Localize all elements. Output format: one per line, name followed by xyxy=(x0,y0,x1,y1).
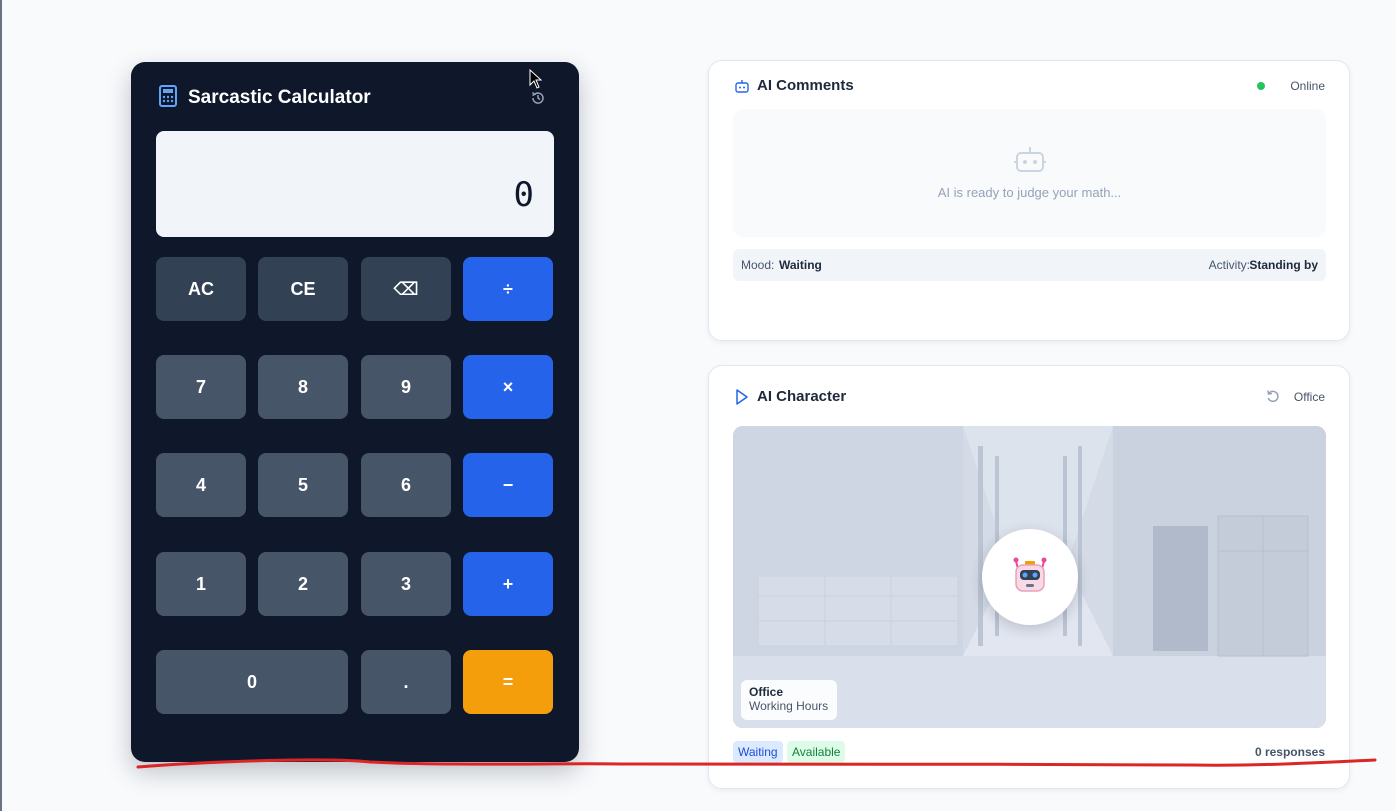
add-button[interactable]: + xyxy=(463,552,553,616)
backspace-button[interactable]: ⌫ xyxy=(361,257,451,321)
decimal-button[interactable]: . xyxy=(361,650,451,714)
digit-0-button[interactable]: 0 xyxy=(156,650,348,714)
play-icon xyxy=(735,389,749,410)
availability-badge: Available xyxy=(787,741,846,763)
ai-comments-card: AI Comments Online AI is ready to judge … xyxy=(708,60,1350,341)
calculator-display: 0 xyxy=(156,131,554,237)
digit-4-button[interactable]: 4 xyxy=(156,453,246,517)
digit-6-button[interactable]: 6 xyxy=(361,453,451,517)
digit-3-button[interactable]: 3 xyxy=(361,552,451,616)
bot-icon xyxy=(734,78,750,99)
robot-icon xyxy=(1010,555,1050,600)
location-badge-subtitle: Working Hours xyxy=(749,699,829,713)
response-count: 0 responses xyxy=(1254,745,1325,759)
mood-label: Mood: xyxy=(741,258,775,272)
bot-icon xyxy=(1014,145,1046,178)
history-icon[interactable] xyxy=(528,88,548,108)
mood-activity-bar: Mood: Waiting Activity: Standing by xyxy=(733,249,1326,281)
status-badge: Waiting xyxy=(733,741,783,763)
ai-character-card: AI Character Office Office Working Hours… xyxy=(708,365,1350,789)
calculator-title: Sarcastic Calculator xyxy=(188,87,371,108)
multiply-button[interactable]: × xyxy=(463,355,553,419)
mouse-cursor-icon xyxy=(529,69,543,89)
digit-1-button[interactable]: 1 xyxy=(156,552,246,616)
clear-all-button[interactable]: AC xyxy=(156,257,246,321)
activity-label: Activity: xyxy=(1208,258,1250,272)
activity-value: Standing by xyxy=(1249,258,1318,272)
calculator-header: Sarcastic Calculator xyxy=(158,84,552,112)
location-label: Office xyxy=(1293,390,1325,404)
subtract-button[interactable]: − xyxy=(463,453,553,517)
comments-empty-state: AI is ready to judge your math... xyxy=(733,109,1326,237)
ai-comments-title: AI Comments xyxy=(757,77,854,94)
office-scene: Office Working Hours xyxy=(733,426,1326,728)
empty-state-text: AI is ready to judge your math... xyxy=(937,185,1122,200)
digit-2-button[interactable]: 2 xyxy=(258,552,348,616)
window-edge xyxy=(0,0,2,811)
divide-button[interactable]: ÷ xyxy=(463,257,553,321)
location-badge: Office Working Hours xyxy=(741,680,837,720)
mood-value: Waiting xyxy=(779,258,822,272)
avatar[interactable] xyxy=(982,529,1078,625)
digit-5-button[interactable]: 5 xyxy=(258,453,348,517)
online-status: Online xyxy=(1290,79,1325,93)
clear-entry-button[interactable]: CE xyxy=(258,257,348,321)
online-indicator xyxy=(1257,82,1265,90)
calculator-icon xyxy=(158,84,178,112)
digit-9-button[interactable]: 9 xyxy=(361,355,451,419)
calculator-panel: Sarcastic Calculator 0 AC CE ⌫ ÷ 7 8 9 ×… xyxy=(131,62,579,762)
refresh-icon[interactable] xyxy=(1265,388,1281,409)
ai-character-title: AI Character xyxy=(757,388,847,405)
location-badge-title: Office xyxy=(749,685,784,699)
digit-7-button[interactable]: 7 xyxy=(156,355,246,419)
equals-button[interactable]: = xyxy=(463,650,553,714)
digit-8-button[interactable]: 8 xyxy=(258,355,348,419)
